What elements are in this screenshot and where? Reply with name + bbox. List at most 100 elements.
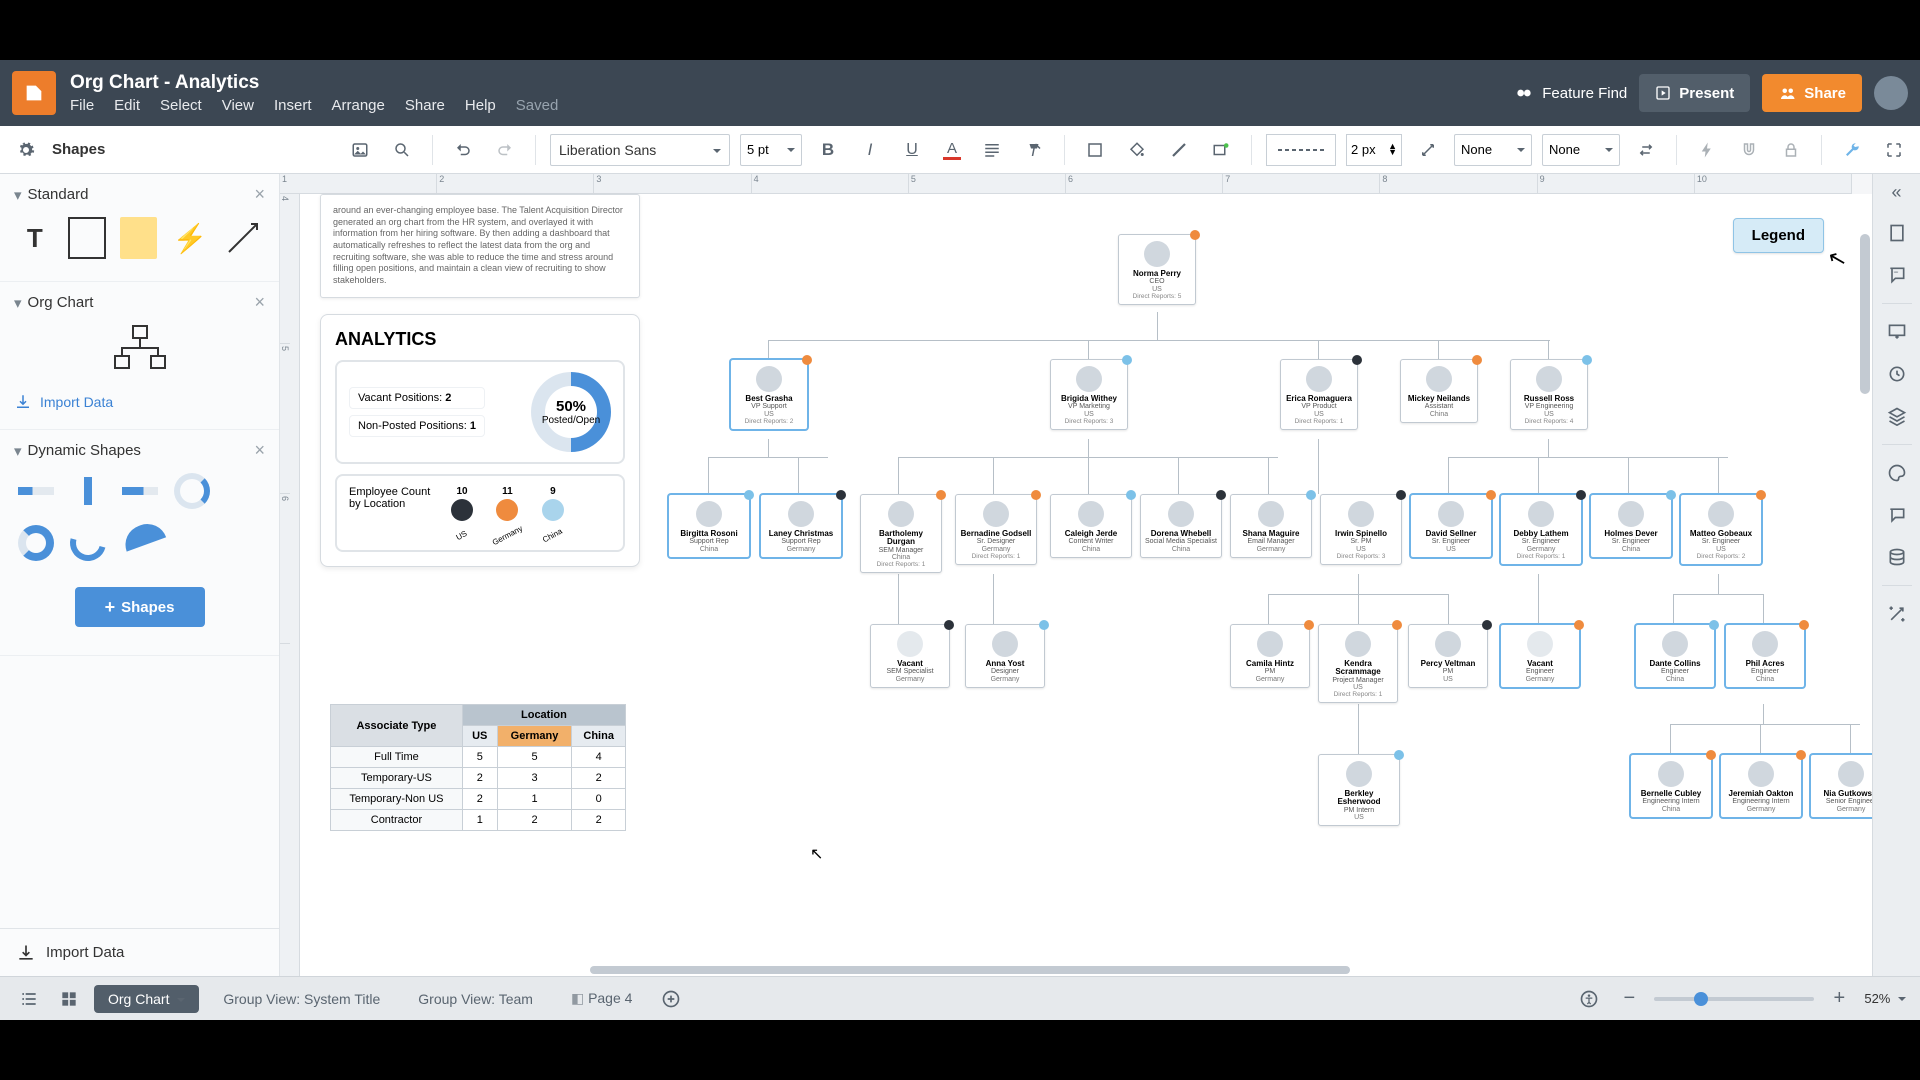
org-node[interactable]: Caleigh JerdeContent WriterChina [1050, 494, 1132, 558]
collapse-panel-icon[interactable]: « [1891, 182, 1901, 203]
note-shape[interactable] [120, 217, 158, 259]
fullscreen-icon[interactable] [1878, 134, 1910, 166]
close-icon[interactable]: × [254, 184, 265, 205]
shape-options-icon[interactable] [1205, 134, 1237, 166]
dynamic-gauge[interactable] [120, 518, 166, 551]
org-node[interactable]: Laney ChristmasSupport RepGermany [760, 494, 842, 558]
menu-help[interactable]: Help [465, 97, 496, 114]
org-node[interactable]: Bernadine GodsellSr. DesignerGermanyDire… [955, 494, 1037, 565]
location-table[interactable]: Associate TypeLocation USGermanyChina Fu… [330, 704, 626, 831]
menu-file[interactable]: File [70, 97, 94, 114]
org-node[interactable]: Bartholemy DurganSEM ManagerChinaDirect … [860, 494, 942, 573]
search-icon[interactable] [386, 134, 418, 166]
dynamic-progress[interactable] [122, 487, 158, 495]
standard-section-header[interactable]: ▾Standard× [14, 184, 265, 205]
fill-bucket-icon[interactable] [1121, 134, 1153, 166]
orgchart-section-header[interactable]: ▾Org Chart× [14, 292, 265, 313]
dynamic-donut-fill[interactable] [18, 525, 54, 561]
accessibility-icon[interactable] [1574, 984, 1604, 1014]
arrow-start-select[interactable]: None [1454, 134, 1532, 166]
bolt-shape[interactable]: ⚡ [171, 217, 209, 259]
font-size-select[interactable]: 5 pt [740, 134, 802, 166]
magnet-icon[interactable] [1733, 134, 1765, 166]
shape-fill-icon[interactable] [1079, 134, 1111, 166]
tab-group-team[interactable]: Group View: Team [404, 985, 547, 1013]
shapes-gear-icon[interactable] [10, 134, 42, 166]
org-node[interactable]: Shana MaguireEmail ManagerGermany [1230, 494, 1312, 558]
dynamic-donut[interactable] [174, 473, 210, 509]
history-icon[interactable] [1879, 356, 1915, 392]
legend-button[interactable]: Legend [1733, 218, 1824, 253]
menu-arrange[interactable]: Arrange [332, 97, 385, 114]
org-node[interactable]: Percy VeltmanPMUS [1408, 624, 1488, 688]
menu-edit[interactable]: Edit [114, 97, 140, 114]
grid-view-icon[interactable] [54, 984, 84, 1014]
swap-arrows-icon[interactable] [1630, 134, 1662, 166]
org-node[interactable]: Phil AcresEngineerChina [1725, 624, 1805, 688]
line-style-select[interactable] [1266, 134, 1336, 166]
org-node[interactable]: Birgitta RosoniSupport RepChina [668, 494, 750, 558]
add-page-icon[interactable] [656, 984, 686, 1014]
align-icon[interactable] [976, 134, 1008, 166]
feature-find-button[interactable]: Feature Find [1514, 83, 1627, 103]
org-node[interactable]: Brigida WitheyVP MarketingUSDirect Repor… [1050, 359, 1128, 430]
org-node[interactable]: Bernelle CubleyEngineering InternChina [1630, 754, 1712, 818]
zoom-slider[interactable] [1654, 997, 1814, 1001]
database-icon[interactable] [1879, 539, 1915, 575]
org-node[interactable]: Irwin SpinelloSr. PMUSDirect Reports: 3 [1320, 494, 1402, 565]
tab-group-system[interactable]: Group View: System Title [209, 985, 394, 1013]
tab-page4[interactable]: ◧ Page 4 [557, 984, 647, 1013]
present-button[interactable]: Present [1639, 74, 1750, 112]
tab-orgchart[interactable]: Org Chart [94, 985, 199, 1013]
org-node[interactable]: Berkley EsherwoodPM InternUS [1318, 754, 1400, 826]
document-title[interactable]: Org Chart - Analytics [70, 72, 558, 95]
clear-format-icon[interactable] [1018, 134, 1050, 166]
description-note[interactable]: around an ever-changing employee base. T… [320, 194, 640, 298]
org-node[interactable]: Jeremiah OaktonEngineering InternGermany [1720, 754, 1802, 818]
underline-icon[interactable]: U [896, 134, 928, 166]
chat-icon[interactable] [1879, 497, 1915, 533]
undo-icon[interactable] [447, 134, 479, 166]
line-color-icon[interactable] [1163, 134, 1195, 166]
menu-select[interactable]: Select [160, 97, 202, 114]
font-select[interactable]: Liberation Sans [550, 134, 730, 166]
share-button[interactable]: Share [1762, 74, 1862, 112]
lock-icon[interactable] [1775, 134, 1807, 166]
zoom-out-icon[interactable]: − [1614, 984, 1644, 1014]
page-icon[interactable] [1879, 215, 1915, 251]
menu-view[interactable]: View [222, 97, 254, 114]
layers-icon[interactable] [1879, 398, 1915, 434]
paint-icon[interactable] [1879, 455, 1915, 491]
scrollbar-vertical[interactable] [1858, 234, 1872, 634]
arrow-shape[interactable] [223, 217, 263, 259]
dynamic-section-header[interactable]: ▾Dynamic Shapes× [14, 440, 265, 461]
rect-shape[interactable] [68, 217, 106, 259]
app-icon[interactable] [12, 71, 56, 115]
scrollbar-horizontal[interactable] [590, 964, 1410, 976]
bold-icon[interactable]: B [812, 134, 844, 166]
org-node[interactable]: Matteo GobeauxSr. EngineerUSDirect Repor… [1680, 494, 1762, 565]
org-node[interactable]: Russell RossVP EngineeringUSDirect Repor… [1510, 359, 1588, 430]
org-node[interactable]: Holmes DeverSr. EngineerChina [1590, 494, 1672, 558]
connector-icon[interactable] [1412, 134, 1444, 166]
line-width-select[interactable]: 2 px▲▼ [1346, 134, 1402, 166]
menu-share[interactable]: Share [405, 97, 445, 114]
italic-icon[interactable]: I [854, 134, 886, 166]
import-data-link[interactable]: Import Data [14, 385, 265, 419]
present-panel-icon[interactable] [1879, 314, 1915, 350]
org-node[interactable]: David SellnerSr. EngineerUS [1410, 494, 1492, 558]
org-node[interactable]: Dante CollinsEngineerChina [1635, 624, 1715, 688]
org-node[interactable]: Anna YostDesignerGermany [965, 624, 1045, 688]
list-view-icon[interactable] [14, 984, 44, 1014]
org-node[interactable]: Mickey NeilandsAssistantChina [1400, 359, 1478, 423]
analytics-panel[interactable]: ANALYTICS Vacant Positions: 2 Non-Posted… [320, 314, 640, 567]
user-avatar[interactable] [1874, 76, 1908, 110]
zoom-in-icon[interactable]: + [1824, 984, 1854, 1014]
org-node[interactable]: Nia GutkowskiSenior EngineerGermany [1810, 754, 1872, 818]
arrow-end-select[interactable]: None [1542, 134, 1620, 166]
wrench-icon[interactable] [1836, 134, 1868, 166]
org-node[interactable]: VacantSEM SpecialistGermany [870, 624, 950, 688]
menu-insert[interactable]: Insert [274, 97, 312, 114]
redo-icon[interactable] [489, 134, 521, 166]
org-node[interactable]: VacantEngineerGermany [1500, 624, 1580, 688]
